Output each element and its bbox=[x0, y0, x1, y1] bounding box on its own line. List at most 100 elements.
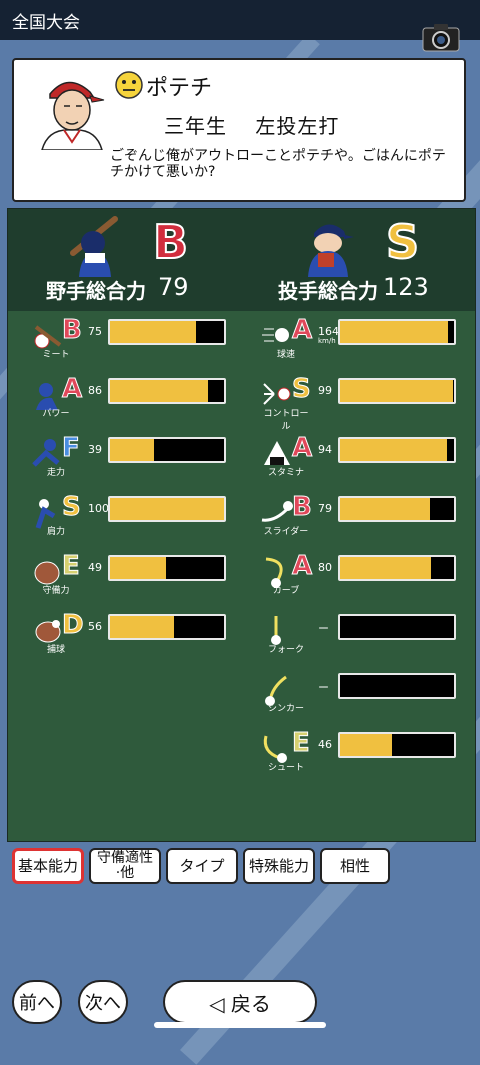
batting-total-value: 79 bbox=[158, 273, 189, 301]
stat-grade: S bbox=[292, 374, 312, 405]
pitching-rank: S bbox=[385, 214, 420, 270]
stat-row: シュート E 46 bbox=[260, 728, 460, 773]
stat-bar bbox=[108, 496, 226, 522]
top-bar: 全国大会 bbox=[0, 0, 480, 40]
stat-label: シュート bbox=[267, 763, 304, 773]
back-button[interactable]: ◁ 戻る bbox=[163, 980, 317, 1024]
stat-label: 捕球 bbox=[46, 645, 65, 655]
stat-row: フォーク ー bbox=[260, 614, 460, 655]
stat-bar bbox=[108, 437, 226, 463]
stat-value: 49 bbox=[88, 561, 102, 574]
stat-grade: D bbox=[62, 610, 85, 641]
stat-bar bbox=[338, 732, 456, 758]
stat-label: 守備力 bbox=[42, 586, 70, 596]
player-portrait bbox=[41, 81, 105, 150]
stat-row: 走力 F 39 bbox=[30, 433, 230, 478]
stat-bar-fill bbox=[110, 498, 224, 520]
stat-bar bbox=[108, 319, 226, 345]
stat-bar bbox=[108, 378, 226, 404]
stat-bar-fill bbox=[340, 734, 393, 756]
stat-label: 走力 bbox=[46, 468, 65, 478]
player-info: 三年生 左投左打 bbox=[164, 114, 340, 138]
stat-grade: S bbox=[62, 492, 82, 523]
stat-grade: B bbox=[292, 492, 313, 523]
stat-grade: A bbox=[291, 315, 313, 346]
stat-label: パワー bbox=[42, 409, 70, 419]
batting-total-label: 野手総合力 bbox=[46, 279, 146, 303]
stat-bar bbox=[338, 378, 456, 404]
player-profile-card: ポテチ 三年生 左投左打 ごぞんじ俺がアウトローことポテチや。ごはんにポテチかけ… bbox=[12, 58, 466, 202]
stat-grade: A bbox=[291, 433, 313, 464]
stat-label: 肩力 bbox=[46, 527, 65, 537]
stat-row: カーブ A 80 bbox=[260, 551, 460, 596]
tab-type[interactable]: タイプ bbox=[166, 848, 238, 884]
stat-grade: B bbox=[62, 315, 83, 346]
stat-value: ー bbox=[318, 622, 329, 635]
player-quote: ごぞんじ俺がアウトローことポテチや。ごはんにポテチかけて悪いか? bbox=[110, 148, 446, 180]
stat-row: コントロール S 99 bbox=[260, 374, 460, 432]
stat-row: 球速 A 164 km/h bbox=[260, 315, 460, 360]
tab-defense-aptitude[interactable]: 守備適性 ·他 bbox=[89, 848, 161, 884]
stat-bar bbox=[338, 555, 456, 581]
stat-grade: A bbox=[291, 551, 313, 582]
stat-label: フォーク bbox=[267, 645, 304, 655]
stat-bar-fill bbox=[340, 557, 432, 579]
stat-row: シンカー ー bbox=[260, 673, 460, 714]
next-button[interactable]: 次へ bbox=[78, 980, 128, 1024]
stat-label: ミート bbox=[42, 350, 70, 360]
stat-label: コントロール bbox=[263, 409, 309, 432]
tab-bar: 基本能力 守備適性 ·他 タイプ 特殊能力 相性 bbox=[0, 848, 480, 888]
stat-bar-fill bbox=[340, 380, 453, 402]
stat-label: 球速 bbox=[276, 350, 295, 360]
stat-bar-fill bbox=[340, 439, 448, 461]
ability-board-header: B 野手総合力 79 S 投手総合力 123 bbox=[8, 209, 475, 311]
home-indicator bbox=[154, 1022, 326, 1028]
pitching-total-value: 123 bbox=[383, 273, 429, 301]
stat-value: 56 bbox=[88, 620, 102, 633]
screen-title: 全国大会 bbox=[12, 13, 80, 33]
stat-grade: E bbox=[62, 551, 81, 582]
pitching-total-label: 投手総合力 bbox=[278, 279, 378, 303]
stat-bar bbox=[108, 614, 226, 640]
stat-bar bbox=[338, 319, 456, 345]
stat-value: 46 bbox=[318, 738, 332, 751]
tab-special-ability[interactable]: 特殊能力 bbox=[243, 848, 315, 884]
stat-row: パワー A 86 bbox=[30, 374, 230, 419]
stat-bar-fill bbox=[110, 321, 196, 343]
mood-neutral-icon bbox=[115, 71, 143, 99]
stat-row: ミート B 75 bbox=[30, 315, 230, 360]
stat-bar-fill bbox=[340, 498, 431, 520]
stat-label: スタミナ bbox=[267, 468, 304, 478]
stat-unit: km/h bbox=[318, 337, 336, 345]
stat-bar bbox=[338, 496, 456, 522]
tab-compatibility[interactable]: 相性 bbox=[320, 848, 390, 884]
stat-row: 守備力 E 49 bbox=[30, 551, 230, 596]
stat-label: スライダー bbox=[263, 527, 309, 537]
stat-value: 79 bbox=[318, 502, 332, 515]
stat-bar bbox=[338, 673, 456, 699]
stat-value: 99 bbox=[318, 384, 332, 397]
stat-bar-fill bbox=[110, 557, 166, 579]
pitcher-icon bbox=[308, 224, 354, 277]
stat-bar bbox=[108, 555, 226, 581]
stat-row: 肩力 S 100 bbox=[30, 492, 230, 537]
stat-bar-fill bbox=[110, 380, 209, 402]
stat-bar bbox=[338, 614, 456, 640]
stat-row: スライダー B 79 bbox=[260, 492, 460, 537]
stat-row: 捕球 D 56 bbox=[30, 610, 230, 655]
stat-label: カーブ bbox=[272, 586, 300, 596]
stat-value: 39 bbox=[88, 443, 102, 456]
tab-basic-ability[interactable]: 基本能力 bbox=[12, 848, 84, 884]
stat-value: ー bbox=[318, 681, 329, 694]
prev-button[interactable]: 前へ bbox=[12, 980, 62, 1024]
stat-bar-fill bbox=[110, 439, 155, 461]
stat-row: スタミナ A 94 bbox=[260, 433, 460, 478]
stat-label: シンカー bbox=[267, 704, 304, 714]
stat-value: 80 bbox=[318, 561, 332, 574]
camera-icon[interactable] bbox=[422, 22, 460, 52]
stat-value: 94 bbox=[318, 443, 332, 456]
stat-bar bbox=[338, 437, 456, 463]
batting-rank: B bbox=[152, 214, 189, 270]
ability-board: B 野手総合力 79 S 投手総合力 123 ミート B 75 パワー A 86 走力 F 39… bbox=[7, 208, 476, 842]
stat-grade: F bbox=[62, 433, 81, 464]
